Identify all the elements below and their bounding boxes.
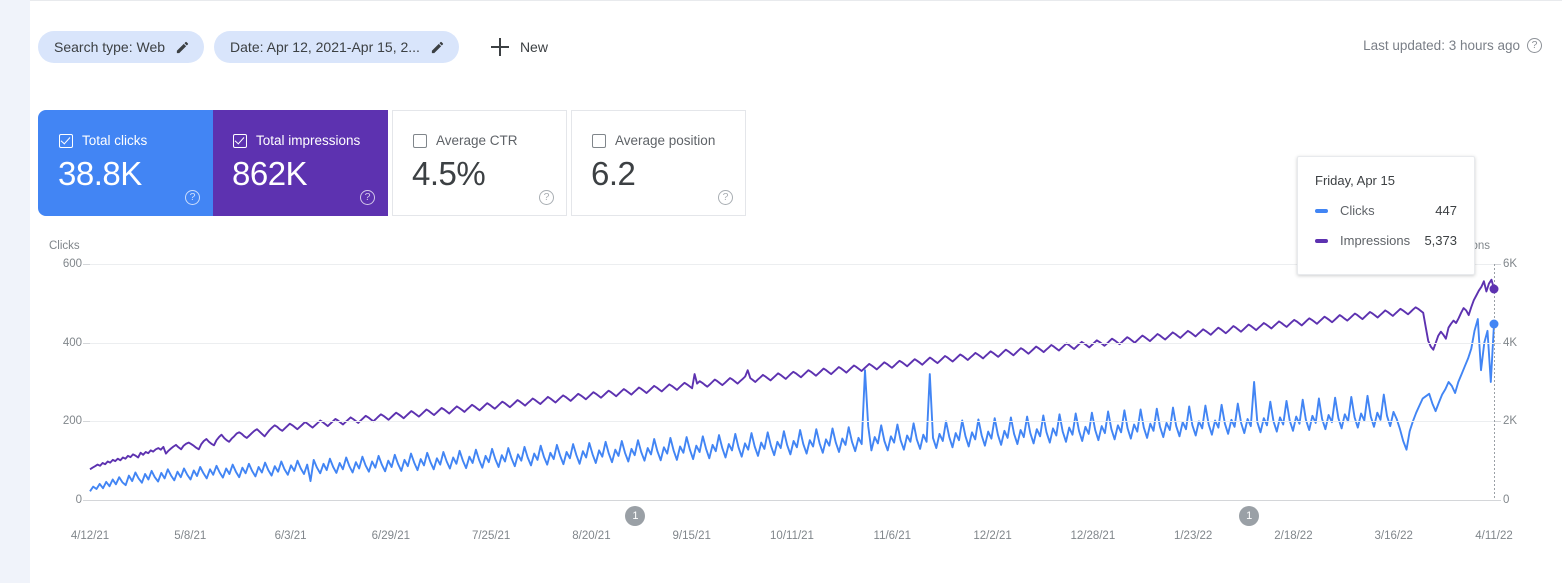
- help-circle-icon[interactable]: [185, 190, 200, 205]
- metric-label: Total impressions: [256, 133, 361, 148]
- checkbox-average-position[interactable]: [592, 133, 606, 148]
- chart-tooltip: Friday, Apr 15 Clicks 447 Impressions 5,…: [1297, 156, 1475, 275]
- metric-card-header: Total clicks: [59, 133, 147, 148]
- y-axis-tick-left: 400: [62, 336, 82, 349]
- x-axis-tick: 6/29/21: [371, 530, 411, 542]
- help-circle-icon[interactable]: [1527, 38, 1542, 53]
- metric-value: 4.5%: [412, 155, 486, 192]
- x-axis-tick: 9/15/21: [672, 530, 711, 542]
- y-axis-tick-left: 0: [75, 494, 82, 506]
- x-axis-tick: 8/20/21: [572, 530, 611, 542]
- filter-chip-search-type[interactable]: Search type: Web: [38, 31, 205, 63]
- metric-card-header: Average CTR: [413, 133, 518, 148]
- metric-card-total-impressions[interactable]: Total impressions 862K: [213, 110, 388, 216]
- metric-card-average-ctr[interactable]: Average CTR 4.5%: [392, 110, 567, 216]
- metric-label: Average CTR: [436, 133, 518, 148]
- y-tick-mark: [83, 421, 90, 423]
- y-axis-tick-right: 6K: [1503, 258, 1518, 270]
- y-axis-tick-right: 2K: [1503, 415, 1518, 428]
- grid-line: [90, 342, 1494, 344]
- top-divider: [30, 0, 1562, 1]
- x-axis-tick: 6/3/21: [274, 530, 307, 542]
- impressions-color-swatch: [1315, 238, 1328, 243]
- tooltip-series-name: Impressions: [1340, 233, 1411, 248]
- series-line-impressions: [89, 278, 1495, 471]
- metric-card-average-position[interactable]: Average position 6.2: [571, 110, 746, 216]
- tooltip-series-name: Clicks: [1340, 203, 1375, 218]
- metric-label: Total clicks: [82, 133, 148, 148]
- x-axis-tick: 4/11/22: [1475, 530, 1513, 542]
- last-updated-label: Last updated: 3 hours ago: [1363, 38, 1520, 53]
- x-axis-tick: 4/12/21: [70, 530, 110, 542]
- checkbox-total-clicks[interactable]: [59, 133, 73, 148]
- y-tick-mark: [1494, 421, 1501, 423]
- metric-label: Average position: [615, 133, 716, 148]
- new-filter-button[interactable]: New: [481, 31, 558, 63]
- tooltip-row-clicks: Clicks 447: [1315, 203, 1457, 218]
- help-circle-icon[interactable]: [718, 190, 733, 205]
- tooltip-row-impressions: Impressions 5,373: [1315, 233, 1457, 248]
- filter-chip-date-label: Date: Apr 12, 2021-Apr 15, 2...: [230, 39, 420, 55]
- chart-plot-area[interactable]: 0 0 200 2K 400 4K 600 6K: [63, 258, 1517, 506]
- filter-chip-date[interactable]: Date: Apr 12, 2021-Apr 15, 2...: [214, 31, 459, 63]
- annotation-marker[interactable]: 1: [1239, 506, 1260, 526]
- x-axis-tick: 12/2/21: [973, 530, 1012, 542]
- grid-line: [90, 264, 1494, 265]
- performance-chart[interactable]: Clicks Impressions 002002K4004K6006K 4/1…: [38, 238, 1548, 558]
- x-axis-tick: 2/18/22: [1274, 530, 1313, 542]
- x-axis-labels: 4/12/21 5/8/21 6/3/21 6/29/21 7/25/21 8/20/21…: [71, 530, 1513, 548]
- tooltip-series-value: 447: [1435, 203, 1457, 218]
- plus-icon: [490, 38, 509, 56]
- x-axis-tick: 5/8/21: [174, 530, 207, 542]
- metric-value: 6.2: [591, 155, 636, 192]
- new-filter-label: New: [519, 39, 548, 55]
- y-tick-mark: [83, 500, 90, 501]
- endpoint-marker-clicks: [1489, 319, 1499, 329]
- filter-bar: Search type: Web Date: Apr 12, 2021-Apr …: [38, 31, 558, 63]
- tooltip-date: Friday, Apr 15: [1315, 173, 1395, 188]
- last-updated-status: Last updated: 3 hours ago: [1363, 38, 1542, 53]
- y-axis-tick-right: 4K: [1503, 336, 1518, 349]
- checkbox-total-impressions[interactable]: [233, 133, 247, 148]
- checkbox-average-ctr[interactable]: [413, 133, 427, 148]
- y-axis-tick-left: 600: [62, 258, 82, 270]
- search-performance-panel: Search type: Web Date: Apr 12, 2021-Apr …: [0, 0, 1562, 583]
- chart-cursor-line: [1494, 264, 1495, 500]
- grid-line: [90, 421, 1494, 423]
- y-axis-title-left: Clicks: [49, 240, 80, 252]
- metric-value: 862K: [232, 155, 308, 192]
- endpoint-marker-impressions: [1489, 284, 1499, 294]
- metric-card-header: Average position: [592, 133, 715, 148]
- y-axis-tick-right: 0: [1503, 494, 1510, 506]
- y-tick-mark: [1494, 500, 1501, 501]
- metric-card-header: Total impressions: [233, 133, 360, 148]
- annotation-marker[interactable]: 1: [625, 506, 646, 526]
- y-axis-tick-left: 200: [62, 415, 82, 428]
- pencil-icon[interactable]: [175, 40, 190, 55]
- help-circle-icon[interactable]: [360, 190, 375, 205]
- x-axis-tick: 10/11/21: [770, 530, 814, 542]
- pencil-icon[interactable]: [430, 40, 445, 55]
- y-tick-mark: [1494, 342, 1501, 344]
- series-line-clicks: [89, 318, 1495, 492]
- x-axis-tick: 12/28/21: [1070, 530, 1116, 542]
- x-axis-tick: 3/16/22: [1374, 530, 1413, 542]
- x-axis-tick: 1/23/22: [1173, 530, 1213, 542]
- y-tick-mark: [1494, 264, 1501, 265]
- chart-series-svg: [89, 278, 1495, 492]
- filter-chip-search-type-label: Search type: Web: [54, 39, 166, 55]
- grid-line: [90, 500, 1494, 501]
- metric-card-total-clicks[interactable]: Total clicks 38.8K: [38, 110, 213, 216]
- y-tick-mark: [83, 264, 90, 265]
- metric-value: 38.8K: [58, 155, 142, 192]
- x-axis-tick: 7/25/21: [471, 530, 511, 542]
- y-tick-mark: [83, 342, 90, 344]
- tooltip-series-value: 5,373: [1424, 233, 1457, 248]
- help-circle-icon[interactable]: [539, 190, 554, 205]
- metric-card-row: Total clicks 38.8K Total impressions 862…: [38, 110, 746, 216]
- clicks-color-swatch: [1315, 208, 1328, 213]
- x-axis-tick: 11/6/21: [873, 530, 912, 542]
